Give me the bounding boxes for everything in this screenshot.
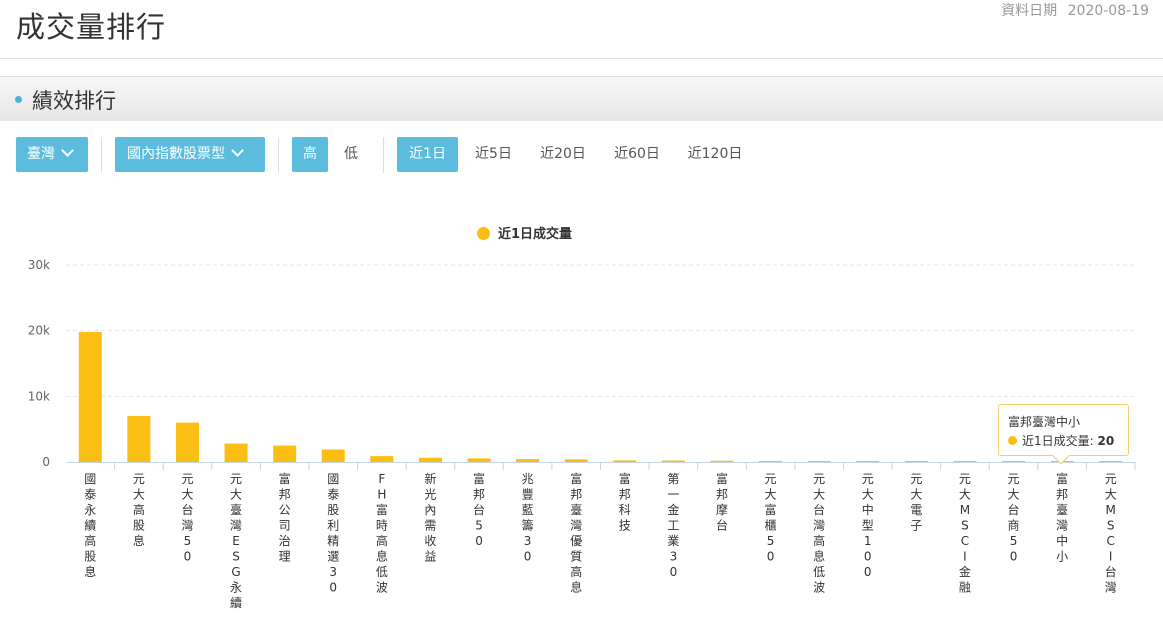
bar	[661, 460, 685, 462]
x-tick-label: 元大台商 5 0	[1008, 472, 1020, 564]
x-tick-label: 富邦台 5 0	[473, 471, 485, 548]
tooltip-title: 富邦臺灣中小	[1008, 415, 1081, 429]
bar	[1002, 461, 1026, 462]
y-tick-label: 10k	[28, 389, 50, 403]
bar	[613, 460, 637, 462]
tooltip-value: 20	[1097, 434, 1115, 448]
bar	[564, 459, 588, 462]
x-tick-label: 元大臺灣 E S G 永續	[230, 472, 242, 610]
bar	[175, 422, 199, 462]
tooltip-series: 近1日成交量	[1022, 434, 1090, 448]
bar	[1099, 461, 1123, 462]
bar	[418, 457, 442, 462]
x-tick-label: 元大富櫃 5 0	[765, 472, 777, 564]
x-tick-label: 富邦臺灣優質高息	[570, 471, 582, 595]
y-tick-label: 0	[42, 455, 50, 469]
tooltip-marker	[1008, 436, 1017, 445]
x-tick-label: 元大高股息	[133, 472, 145, 548]
tooltip-row: 近1日成交量: 20	[1008, 432, 1114, 449]
x-tick-label: 富邦摩台	[716, 471, 728, 533]
x-tick-label: F H 富時高息低波	[376, 472, 388, 595]
bar-chart: 0 10k 20k 30k 國泰永續高股息 元大高股息 元大台灣 5 0 元大臺灣 E S G 永續 富邦公…	[28, 258, 1136, 610]
bar	[78, 331, 102, 462]
x-tick-label: 元大 M S C I 金融	[959, 472, 971, 595]
x-tick-label: 元大中型 1 0 0	[862, 472, 874, 579]
x-tick-label: 元大 M S C I 台灣	[1105, 472, 1117, 595]
bar	[953, 461, 977, 462]
x-tick-label: 國泰股利精選 3 0	[327, 472, 339, 595]
y-tick-label: 20k	[28, 324, 50, 338]
x-tick-label: 富邦公司治理	[279, 471, 291, 564]
bar	[516, 459, 540, 462]
x-tick-label: 新光內需收益	[424, 471, 436, 564]
bar	[321, 449, 345, 462]
bar	[856, 461, 880, 462]
chart-tooltip: 富邦臺灣中小 近1日成交量: 20	[998, 404, 1129, 456]
x-tick-label: 富邦臺灣中小	[1056, 471, 1068, 564]
bar	[807, 461, 831, 462]
bar	[904, 461, 928, 462]
x-tick-label: 國泰永續高股息	[84, 472, 96, 579]
bar	[224, 443, 248, 462]
bar	[710, 460, 734, 462]
x-tick-label: 富邦科技	[619, 471, 631, 533]
bar	[467, 458, 491, 462]
x-tick-label: 元大台灣高息低波	[813, 472, 825, 595]
y-tick-label: 30k	[28, 258, 50, 272]
bar	[370, 456, 394, 462]
bar	[759, 461, 783, 462]
x-tick-label: 兆豐藍籌 3 0	[522, 472, 534, 564]
bar	[273, 445, 297, 462]
bar	[127, 416, 151, 462]
x-tick-label: 元大電子	[910, 472, 922, 533]
x-tick-label: 元大台灣 5 0	[181, 472, 193, 564]
x-tick-label: 第一金工業 3 0	[667, 472, 679, 579]
